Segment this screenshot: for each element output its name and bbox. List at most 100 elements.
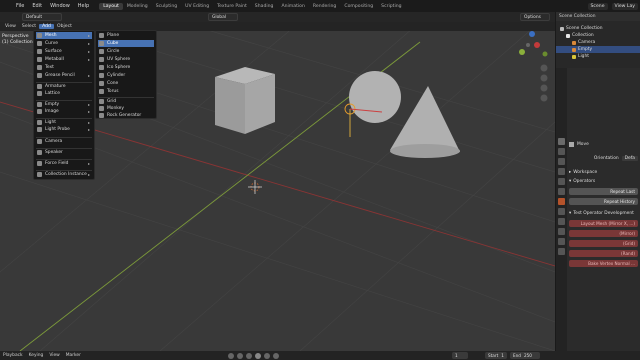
tab-shading[interactable]: Shading [251,3,278,10]
tab-compositing[interactable]: Compositing [340,3,377,10]
data-tab-icon[interactable] [558,228,565,235]
tab-sculpting[interactable]: Sculpting [152,3,181,10]
mesh-item-rock-generator[interactable]: Rock Generator [98,112,154,119]
mesh-item-uv-sphere[interactable]: UV Sphere [98,56,154,63]
repeat-history-button[interactable]: Repeat History [569,198,638,205]
scene-selector[interactable]: Scene [587,2,608,10]
render-tab-icon[interactable] [558,148,565,155]
mesh-item-torus[interactable]: Torus [98,88,154,95]
options-dropdown[interactable]: Options [520,13,550,21]
repeat-last-button[interactable]: Repeat Last [569,188,638,195]
tool-tab-icon[interactable] [558,138,565,145]
prev-keyframe-icon[interactable] [237,353,243,359]
add-menu-item-grease-pencil[interactable]: Grease Pencil ▸ [36,72,92,79]
tab-layout[interactable]: Layout [99,2,123,10]
mirror-button[interactable]: (Mirror) [569,230,638,237]
mesh-item-monkey[interactable]: Monkey [98,105,154,112]
collection-instance-icon [37,172,42,177]
add-menu-item-camera[interactable]: Camera [36,137,92,144]
material-tab-icon[interactable] [558,238,565,245]
menu-label: Plane [107,33,120,38]
cube-object [215,67,275,134]
rock-icon [99,113,104,118]
add-menu-item-light[interactable]: Light ▸ [36,118,92,125]
add-menu-item-lattice[interactable]: Lattice [36,90,92,97]
keying-menu[interactable]: Keying [26,353,47,358]
output-tab-icon[interactable] [558,158,565,165]
timeline-view-menu[interactable]: View [46,353,62,358]
add-menu-item-armature[interactable]: Armature [36,82,92,89]
layout-mesh-button[interactable]: Layout Mesh (Mirror X, ...) [569,220,638,227]
physics-tab-icon[interactable] [558,208,565,215]
viewport-header: Default Global Options [0,12,555,22]
tab-texture-paint[interactable]: Texture Paint [213,3,251,10]
orientation-value[interactable]: Defa [621,156,638,161]
viewport-menu-view[interactable]: View [2,24,19,29]
mesh-item-ico-sphere[interactable]: Ico Sphere [98,64,154,71]
play-reverse-icon[interactable] [246,353,252,359]
constraints-tab-icon[interactable] [558,218,565,225]
mesh-item-plane[interactable]: Plane [98,32,154,39]
add-menu-item-empty[interactable]: Empty ▸ [36,100,92,107]
operators-panel-header[interactable]: ▾ Operators [569,178,638,185]
menu-help[interactable]: Help [74,3,93,9]
grid-button[interactable]: (Grid) [569,240,638,247]
world-tab-icon[interactable] [558,188,565,195]
menu-edit[interactable]: Edit [28,3,46,9]
orientation-dropdown[interactable]: Global [208,13,238,21]
add-menu-item-image[interactable]: Image ▸ [36,108,92,115]
jump-start-icon[interactable] [228,353,234,359]
add-menu-item-text[interactable]: Text [36,64,92,71]
texture-tab-icon[interactable] [558,248,565,255]
menu-label: Cube [107,41,119,46]
add-menu-item-light-probe[interactable]: Light Probe ▸ [36,126,92,133]
add-menu-item-collection-instance[interactable]: Collection Instance ▸ [36,170,92,177]
rand-button[interactable]: (Rand) [569,250,638,257]
mesh-item-cone[interactable]: Cone [98,80,154,87]
end-frame-field[interactable]: End 250 [510,352,540,359]
outliner-row-empty[interactable]: Empty [556,46,640,53]
menu-window[interactable]: Window [46,3,74,9]
viewport-menu-object[interactable]: Object [54,24,75,29]
menu-file[interactable]: File [12,3,28,9]
mesh-item-grid[interactable]: Grid [98,97,154,104]
tab-animation[interactable]: Animation [277,3,308,10]
view-layer-tab-icon[interactable] [558,168,565,175]
bake-vertex-normal-button[interactable]: Bake Vertex Normal ... [569,260,638,267]
playback-menu[interactable]: Playback [0,353,26,358]
viewport-menu-add[interactable]: Add [39,24,54,29]
scene-tab-icon[interactable] [558,178,565,185]
marker-menu[interactable]: Marker [63,353,84,358]
add-menu-item-force-field[interactable]: Force Field ▸ [36,159,92,166]
tab-modeling[interactable]: Modeling [123,3,152,10]
orientation-label: Orientation [593,156,619,161]
object-tab-icon[interactable] [558,198,565,205]
add-menu-item-speaker[interactable]: Speaker [36,148,92,155]
current-frame-field[interactable]: 1 [452,352,468,359]
test-operator-panel-header[interactable]: ▾ Test Operator Development [569,210,638,217]
jump-end-icon[interactable] [273,353,279,359]
workspace-panel-header[interactable]: ▸ Workspace [569,169,638,176]
viewport-menu-select[interactable]: Select [19,24,39,29]
play-icon[interactable] [255,353,261,359]
mesh-item-circle[interactable]: Circle [98,48,154,55]
tab-scripting[interactable]: Scripting [377,3,405,10]
outliner-label: Light [578,54,589,59]
add-menu-item-surface[interactable]: Surface ▸ [36,48,92,55]
mesh-item-cylinder[interactable]: Cylinder [98,72,154,79]
tab-uv-editing[interactable]: UV Editing [181,3,213,10]
outliner-row-light[interactable]: Light [556,53,640,60]
add-menu-item-curve[interactable]: Curve ▸ [36,40,92,47]
mesh-item-cube[interactable]: Cube [98,40,154,47]
add-menu-item-mesh[interactable]: Mesh ▸ [36,32,92,39]
outliner-row-camera[interactable]: Camera [556,39,640,46]
add-menu-item-metaball[interactable]: Metaball ▸ [36,56,92,63]
outliner-row-collection[interactable]: Collection [556,32,640,39]
start-frame-field[interactable]: Start 1 [485,352,507,359]
workspace-dropdown[interactable]: Default [22,13,62,21]
speaker-icon [37,150,42,155]
view-layer-selector[interactable]: View Lay [611,2,638,10]
outliner-row-scene-collection[interactable]: Scene Collection [556,25,640,32]
tab-rendering[interactable]: Rendering [309,3,340,10]
next-keyframe-icon[interactable] [264,353,270,359]
